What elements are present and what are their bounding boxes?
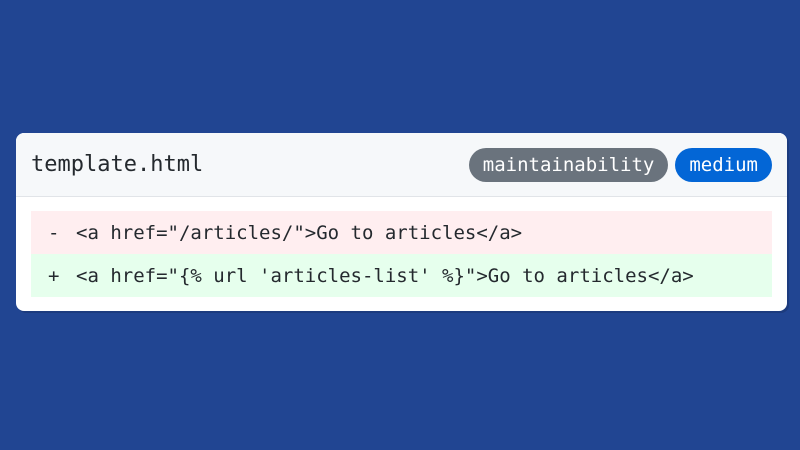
- category-badge: maintainability: [468, 147, 669, 182]
- removed-code: <a href="/articles/">Go to articles</a>: [76, 221, 523, 244]
- file-name: template.html: [31, 152, 204, 177]
- added-code: <a href="{% url 'articles-list' %}">Go t…: [76, 264, 694, 287]
- severity-badge: medium: [675, 147, 772, 182]
- diff-line-removed: - <a href="/articles/">Go to articles</a…: [31, 211, 772, 254]
- code-review-card: template.html maintainability medium - <…: [16, 133, 787, 311]
- badge-group: maintainability medium: [468, 147, 772, 182]
- diff-view: - <a href="/articles/">Go to articles</a…: [16, 197, 787, 297]
- removed-marker: -: [48, 221, 60, 244]
- added-marker: +: [48, 264, 60, 287]
- diff-line-added: + <a href="{% url 'articles-list' %}">Go…: [31, 254, 772, 297]
- card-header: template.html maintainability medium: [16, 133, 787, 197]
